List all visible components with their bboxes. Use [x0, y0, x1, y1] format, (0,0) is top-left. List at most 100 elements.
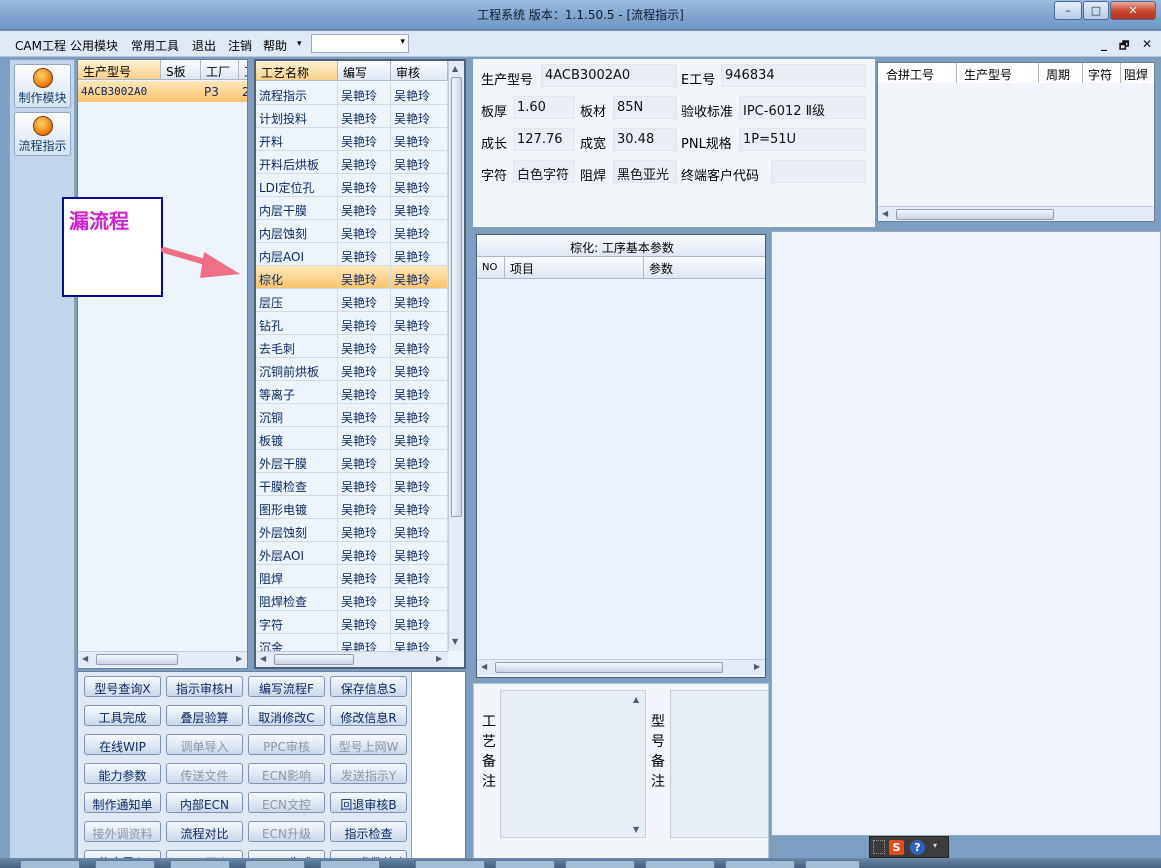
value-material[interactable]: 85N — [613, 96, 677, 119]
column-header-mask[interactable]: 阻焊 — [1121, 63, 1154, 83]
chevron-down-icon[interactable]: ▾ — [933, 841, 937, 850]
process-cell-writer[interactable]: 吴艳玲 — [338, 197, 391, 220]
taskbar-item[interactable] — [645, 860, 715, 868]
process-cell-name[interactable]: 外层干膜 — [256, 450, 338, 473]
value-thickness[interactable]: 1.60 — [513, 96, 575, 119]
mdi-close-button[interactable]: ✕ — [1142, 37, 1152, 51]
taskbar-item[interactable] — [415, 860, 485, 868]
process-cell-writer[interactable]: 吴艳玲 — [338, 450, 391, 473]
process-cell-writer[interactable]: 吴艳玲 — [338, 289, 391, 312]
process-cell-reviewer[interactable]: 吴艳玲 — [391, 266, 448, 289]
taskbar-item[interactable] — [20, 860, 80, 868]
process-cell-reviewer[interactable]: 吴艳玲 — [391, 611, 448, 634]
column-header-process-name[interactable]: 工艺名称 — [256, 61, 338, 81]
process-cell-name[interactable]: 板镀 — [256, 427, 338, 450]
process-cell-writer[interactable]: 吴艳玲 — [338, 82, 391, 105]
process-cell-writer[interactable]: 吴艳玲 — [338, 335, 391, 358]
action-button[interactable]: 接外调资料 — [84, 821, 161, 842]
process-cell-reviewer[interactable]: 吴艳玲 — [391, 289, 448, 312]
process-cell-writer[interactable]: 吴艳玲 — [338, 128, 391, 151]
value-acceptance[interactable]: IPC-6012 Ⅱ级 — [739, 96, 866, 119]
process-cell-writer[interactable]: 吴艳玲 — [338, 519, 391, 542]
process-cell-reviewer[interactable]: 吴艳玲 — [391, 174, 448, 197]
process-cell-name[interactable]: 钻孔 — [256, 312, 338, 335]
menu-logout[interactable]: 注销 — [228, 37, 252, 54]
process-cell-reviewer[interactable]: 吴艳玲 — [391, 404, 448, 427]
process-cell-reviewer[interactable]: 吴艳玲 — [391, 105, 448, 128]
horizontal-scrollbar[interactable]: ◀ ▶ — [477, 659, 765, 675]
value-silkscreen[interactable]: 白色字符 — [513, 160, 575, 183]
process-cell-name[interactable]: 计划投料 — [256, 105, 338, 128]
process-cell-name[interactable]: 棕化 — [256, 266, 338, 289]
minimize-button[interactable]: – — [1054, 1, 1082, 20]
action-button[interactable]: 流程对比 — [166, 821, 243, 842]
action-button[interactable]: 发送指示Y — [330, 763, 407, 784]
process-cell-reviewer[interactable]: 吴艳玲 — [391, 588, 448, 611]
action-button[interactable]: 取消修改C — [248, 705, 325, 726]
taskbar-item[interactable] — [495, 860, 555, 868]
column-header-writer[interactable]: 编写 — [338, 61, 391, 81]
action-button[interactable]: 指示审核H — [166, 676, 243, 697]
process-cell-reviewer[interactable]: 吴艳玲 — [391, 473, 448, 496]
close-button[interactable]: ✕ — [1110, 1, 1156, 20]
process-cell-reviewer[interactable]: 吴艳玲 — [391, 243, 448, 266]
process-cell-reviewer[interactable]: 吴艳玲 — [391, 197, 448, 220]
title-bar[interactable]: 工程系统 版本：1.1.50.5 - [流程指示] – □ ✕ — [0, 0, 1161, 30]
column-header-param[interactable]: 参数 — [644, 257, 765, 279]
help-icon[interactable]: ? — [910, 840, 925, 855]
action-button[interactable]: 调单导入 — [166, 734, 243, 755]
process-cell-name[interactable]: 外层蚀刻 — [256, 519, 338, 542]
column-header-char[interactable]: 字符 — [1083, 63, 1121, 83]
process-cell-reviewer[interactable]: 吴艳玲 — [391, 335, 448, 358]
process-cell-name[interactable]: 内层AOI — [256, 243, 338, 266]
process-cell-reviewer[interactable]: 吴艳玲 — [391, 542, 448, 565]
taskbar-item[interactable] — [725, 860, 795, 868]
process-cell-name[interactable]: 内层干膜 — [256, 197, 338, 220]
column-header-model[interactable]: 生产型号 — [78, 60, 161, 80]
action-button[interactable]: 叠层验算 — [166, 705, 243, 726]
column-header-no[interactable]: NO — [477, 257, 505, 279]
menu-overflow-icon[interactable]: ▾ — [297, 39, 302, 49]
vertical-scrollbar[interactable]: ▲ ▼ — [448, 61, 464, 651]
process-cell-reviewer[interactable]: 吴艳玲 — [391, 358, 448, 381]
model-remark-textarea[interactable] — [670, 690, 768, 838]
taskbar-item[interactable] — [320, 860, 380, 868]
process-cell-writer[interactable]: 吴艳玲 — [338, 151, 391, 174]
action-button[interactable]: ECN文控 — [248, 792, 325, 813]
value-length[interactable]: 127.76 — [513, 128, 575, 151]
action-button[interactable]: 内部ECN — [166, 792, 243, 813]
column-header-reviewer[interactable]: 审核 — [391, 61, 448, 81]
process-cell-writer[interactable]: 吴艳玲 — [338, 473, 391, 496]
ime-toolbar[interactable]: S ? ▾ — [869, 836, 949, 858]
process-cell-writer[interactable]: 吴艳玲 — [338, 174, 391, 197]
process-cell-name[interactable]: LDI定位孔 — [256, 174, 338, 197]
taskbar-item[interactable] — [95, 860, 155, 868]
process-cell-writer[interactable]: 吴艳玲 — [338, 105, 391, 128]
action-button[interactable]: ECN影响 — [248, 763, 325, 784]
process-cell-name[interactable]: 阻焊检查 — [256, 588, 338, 611]
value-e-number[interactable]: 946834 — [721, 64, 866, 87]
process-cell-name[interactable]: 字符 — [256, 611, 338, 634]
process-cell-writer[interactable]: 吴艳玲 — [338, 427, 391, 450]
process-cell-name[interactable]: 沉铜 — [256, 404, 338, 427]
menu-exit[interactable]: 退出 — [192, 37, 216, 54]
process-cell-name[interactable]: 外层AOI — [256, 542, 338, 565]
process-cell-reviewer[interactable]: 吴艳玲 — [391, 565, 448, 588]
process-cell-reviewer[interactable]: 吴艳玲 — [391, 450, 448, 473]
process-cell-name[interactable]: 内层蚀刻 — [256, 220, 338, 243]
process-cell-name[interactable]: 等离子 — [256, 381, 338, 404]
action-button[interactable]: 回退审核B — [330, 792, 407, 813]
action-button[interactable]: 保存信息S — [330, 676, 407, 697]
process-cell-name[interactable]: 阻焊 — [256, 565, 338, 588]
rail-process-instruction[interactable]: 流程指示 — [14, 112, 71, 156]
process-cell-reviewer[interactable]: 吴艳玲 — [391, 381, 448, 404]
process-cell-reviewer[interactable]: 吴艳玲 — [391, 496, 448, 519]
action-button[interactable]: 型号上网W — [330, 734, 407, 755]
process-cell-name[interactable]: 沉铜前烘板 — [256, 358, 338, 381]
process-cell-writer[interactable]: 吴艳玲 — [338, 220, 391, 243]
column-header-factory[interactable]: 工厂 — [201, 60, 239, 80]
action-button[interactable]: 指示检查 — [330, 821, 407, 842]
process-cell-name[interactable]: 去毛刺 — [256, 335, 338, 358]
process-cell-reviewer[interactable]: 吴艳玲 — [391, 312, 448, 335]
menu-cam[interactable]: CAM工程 — [15, 37, 66, 54]
